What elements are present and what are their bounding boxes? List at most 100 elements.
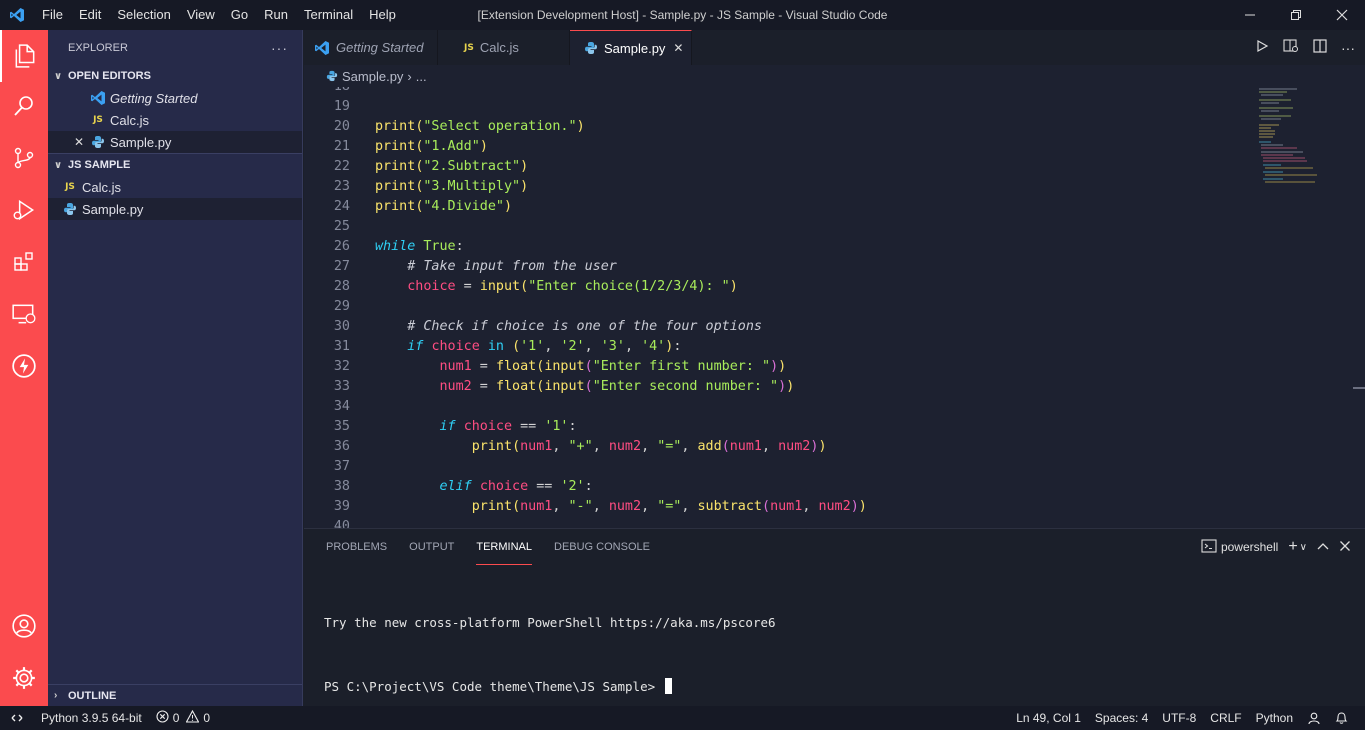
- split-editor-icon[interactable]: [1313, 39, 1327, 56]
- problems-indicator[interactable]: 0 0: [149, 706, 217, 730]
- warning-count: 0: [203, 711, 211, 725]
- remote-explorer-icon[interactable]: [0, 288, 48, 340]
- menu-selection[interactable]: Selection: [109, 0, 178, 30]
- line-number: 19: [333, 99, 350, 114]
- editor-tabs: Getting Started JS Calc.js Sample.py ✕ ·…: [304, 30, 1365, 65]
- error-count: 0: [172, 711, 180, 725]
- outline-label: OUTLINE: [68, 689, 117, 702]
- breadcrumb-file[interactable]: Sample.py: [342, 69, 403, 84]
- breadcrumb-symbols[interactable]: ...: [416, 69, 427, 84]
- tab-output[interactable]: OUTPUT: [409, 529, 454, 565]
- run-debug-icon[interactable]: [0, 184, 48, 236]
- menu-view[interactable]: View: [179, 0, 223, 30]
- more-actions-icon[interactable]: ···: [271, 40, 288, 56]
- explorer-icon[interactable]: [0, 30, 48, 82]
- close-icon[interactable]: ✕: [74, 135, 88, 149]
- close-window-button[interactable]: [1319, 0, 1365, 30]
- breadcrumb: Sample.py › ...: [304, 65, 1365, 87]
- terminal-shell-label[interactable]: powershell: [1221, 540, 1278, 554]
- explorer-title: EXPLORER: [68, 41, 128, 54]
- scrollbar-position-marker[interactable]: [1353, 387, 1365, 389]
- minimize-button[interactable]: [1227, 0, 1273, 30]
- code-line: 26 while True:: [304, 237, 1365, 257]
- file-calc-js[interactable]: JS Calc.js: [48, 176, 302, 198]
- search-icon[interactable]: [0, 80, 48, 132]
- explorer-sidebar: EXPLORER ··· ∨ OPEN EDITORS Getting Star…: [48, 30, 303, 706]
- more-actions-icon[interactable]: ···: [1341, 40, 1355, 56]
- language-mode[interactable]: Python: [1249, 706, 1300, 730]
- code-line: 23 print("3.Multiply"): [304, 177, 1365, 197]
- tab-getting-started[interactable]: Getting Started: [304, 30, 438, 65]
- title-bar: File Edit Selection View Go Run Terminal…: [0, 0, 1365, 30]
- line-number: 36: [333, 439, 350, 454]
- menu-help[interactable]: Help: [361, 0, 404, 30]
- maximize-panel-icon[interactable]: [1317, 540, 1329, 554]
- tab-terminal[interactable]: TERMINAL: [476, 529, 532, 565]
- line-number: 23: [333, 179, 350, 194]
- code-line: 27 # Take input from the user: [304, 257, 1365, 277]
- run-file-icon[interactable]: [1255, 39, 1269, 56]
- workspace-section[interactable]: ∨ JS SAMPLE: [48, 154, 302, 176]
- outline-section[interactable]: › OUTLINE: [48, 684, 302, 706]
- menu-terminal[interactable]: Terminal: [296, 0, 361, 30]
- open-editor-calc-js[interactable]: JS Calc.js: [48, 109, 302, 131]
- line-number: 29: [333, 299, 350, 314]
- new-terminal-icon[interactable]: +: [1288, 538, 1297, 556]
- code-editor[interactable]: 18 19 20print("Select operation.") 21pri…: [304, 87, 1365, 528]
- notifications-bell-icon[interactable]: [1328, 706, 1355, 730]
- terminal-prompt: PS C:\Project\VS Code theme\Theme\JS Sam…: [324, 679, 663, 694]
- code-line: 38 elif choice == '2':: [304, 477, 1365, 497]
- tab-label: Getting Started: [336, 40, 424, 55]
- line-number: 35: [333, 419, 350, 434]
- code-line: 37: [304, 457, 1365, 477]
- menu-file[interactable]: File: [34, 0, 71, 30]
- menu-edit[interactable]: Edit: [71, 0, 109, 30]
- code-lines: 18 19 20print("Select operation.") 21pri…: [304, 87, 1365, 528]
- open-editor-label: Calc.js: [110, 112, 150, 128]
- line-ending[interactable]: CRLF: [1203, 706, 1248, 730]
- restore-button[interactable]: [1273, 0, 1319, 30]
- tab-calc-js[interactable]: JS Calc.js: [438, 30, 570, 65]
- line-number: 33: [333, 379, 350, 394]
- cursor-position[interactable]: Ln 49, Col 1: [1009, 706, 1088, 730]
- open-preview-icon[interactable]: [1283, 39, 1299, 56]
- code-line: 28 choice = input("Enter choice(1/2/3/4)…: [304, 277, 1365, 297]
- tab-problems[interactable]: PROBLEMS: [326, 529, 387, 565]
- line-number: 34: [333, 399, 350, 414]
- settings-gear-icon[interactable]: [0, 652, 48, 704]
- tab-label: Calc.js: [479, 40, 519, 55]
- line-number: 30: [333, 319, 350, 334]
- minimap[interactable]: [1257, 87, 1327, 187]
- menu-go[interactable]: Go: [223, 0, 256, 30]
- source-control-icon[interactable]: [0, 132, 48, 184]
- vscode-icon: [314, 40, 330, 56]
- file-label: Calc.js: [82, 179, 122, 195]
- python-interpreter[interactable]: Python 3.9.5 64-bit: [34, 706, 149, 730]
- activity-bar: [0, 30, 48, 706]
- remote-indicator-icon[interactable]: [0, 706, 34, 730]
- extensions-icon[interactable]: [0, 236, 48, 288]
- account-icon[interactable]: [0, 600, 48, 652]
- file-label: Sample.py: [82, 201, 144, 217]
- close-panel-icon[interactable]: [1339, 540, 1351, 555]
- python-icon: [324, 70, 340, 82]
- menu-run[interactable]: Run: [256, 0, 296, 30]
- tab-debug-console[interactable]: DEBUG CONSOLE: [554, 529, 650, 565]
- error-icon: [156, 710, 169, 726]
- open-editors-section[interactable]: ∨ OPEN EDITORS: [48, 65, 302, 87]
- indentation[interactable]: Spaces: 4: [1088, 706, 1155, 730]
- line-number: 38: [333, 479, 350, 494]
- lightning-icon[interactable]: [0, 340, 48, 392]
- vscode-icon: [88, 90, 108, 106]
- open-editor-getting-started[interactable]: Getting Started: [48, 87, 302, 109]
- chevron-down-icon[interactable]: ∨: [1300, 542, 1307, 553]
- feedback-icon[interactable]: [1300, 706, 1328, 730]
- tab-sample-py[interactable]: Sample.py ✕: [570, 30, 692, 65]
- file-sample-py[interactable]: Sample.py: [48, 198, 302, 220]
- tab-close-icon[interactable]: ✕: [673, 41, 683, 55]
- open-editor-sample-py[interactable]: ✕ Sample.py: [48, 131, 302, 153]
- encoding[interactable]: UTF-8: [1155, 706, 1203, 730]
- line-number: 32: [333, 359, 350, 374]
- code-line: 33 num2 = float(input("Enter second numb…: [304, 377, 1365, 397]
- code-line: 21 print("1.Add"): [304, 137, 1365, 157]
